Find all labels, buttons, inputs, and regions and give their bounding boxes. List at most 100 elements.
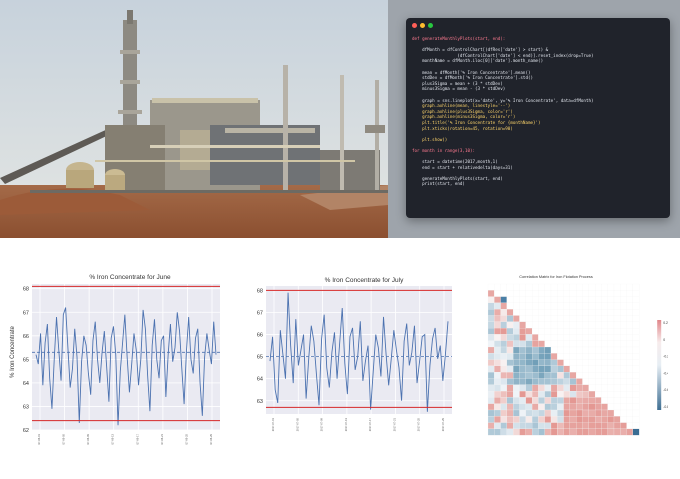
y-tick-label: 67 <box>23 310 29 316</box>
heatmap-cell <box>557 384 564 392</box>
heatmap-cell <box>620 340 627 348</box>
heatmap-cell <box>494 353 501 360</box>
heatmap-cell <box>519 403 526 411</box>
heatmap-cell <box>525 296 533 304</box>
heatmap-cell <box>550 359 558 366</box>
heatmap-cell <box>588 321 596 329</box>
heatmap-cell <box>588 378 596 385</box>
heatmap-cell <box>538 378 545 385</box>
heatmap-cell <box>613 359 621 366</box>
heatmap-cell <box>494 384 501 392</box>
heatmap-cell <box>588 416 596 423</box>
heatmap-cell <box>494 315 501 322</box>
heatmap-cell <box>582 416 589 423</box>
heatmap-cell <box>632 334 640 341</box>
heatmap-cell <box>594 340 602 348</box>
heatmap-cell <box>525 309 533 316</box>
heatmap-cell <box>626 302 634 310</box>
heatmap-cell <box>557 340 564 348</box>
heatmap-cell <box>613 416 621 423</box>
heatmap-cell <box>613 428 621 436</box>
heatmap-cell <box>607 397 615 404</box>
heatmap-cell <box>607 428 615 436</box>
heatmap-cell <box>506 365 514 373</box>
heatmap-cell <box>494 309 501 316</box>
heatmap-cell <box>494 283 501 291</box>
colorbar-tick-label: -0.6 <box>663 388 668 392</box>
code-window: def generateMonthlyPlots(start, end): df… <box>406 18 670 218</box>
heatmap-cell <box>620 384 627 392</box>
heatmap-cell <box>538 315 545 322</box>
heatmap-cell <box>563 409 570 417</box>
heatmap-cell <box>500 409 508 417</box>
heatmap-cell <box>494 290 501 297</box>
heatmap-cell <box>620 390 627 398</box>
heatmap-cell <box>563 327 570 335</box>
heatmap-cell <box>626 353 634 360</box>
heatmap-cell <box>620 353 627 360</box>
heatmap-cell <box>513 315 520 322</box>
heatmap-cell <box>506 315 514 322</box>
heatmap-cell <box>557 428 564 436</box>
heatmap-cell <box>550 290 558 297</box>
heatmap-cell <box>557 315 564 322</box>
heatmap-cell <box>601 302 608 310</box>
y-tick-label: 65 <box>23 357 29 363</box>
heatmap-cell <box>626 309 634 316</box>
heatmap-cell <box>531 365 539 373</box>
heatmap-cell <box>506 327 514 335</box>
heatmap-cell <box>519 422 526 430</box>
heatmap-cell <box>620 416 627 423</box>
heatmap-cell <box>594 365 602 373</box>
heatmap-cell <box>525 397 533 404</box>
colorbar-tick-label: 0 <box>663 338 665 342</box>
heatmap-cell <box>506 416 514 423</box>
heatmap-cell <box>588 372 596 379</box>
heatmap-cell <box>632 365 640 373</box>
heatmap-cell <box>626 416 634 423</box>
heatmap-cell <box>519 327 526 335</box>
x-tick-label: 2017-07-01 <box>271 417 275 431</box>
heatmap-cell <box>506 390 514 398</box>
heatmap-cell <box>544 315 552 322</box>
heatmap-cell <box>632 378 640 385</box>
heatmap-cell <box>525 428 533 436</box>
maximize-dot-icon <box>428 23 433 28</box>
heatmap-cell <box>626 372 634 379</box>
heatmap-cell <box>487 359 495 366</box>
heatmap-cell <box>563 321 570 329</box>
heatmap-cell <box>550 296 558 304</box>
heatmap-cell <box>494 321 501 329</box>
heatmap-cell <box>601 359 608 366</box>
heatmap-cell <box>513 390 520 398</box>
heatmap-cell <box>519 384 526 392</box>
heatmap-cell <box>494 302 501 310</box>
heatmap-cell <box>513 403 520 411</box>
heatmap-cell <box>538 409 545 417</box>
heatmap-cell <box>494 416 501 423</box>
x-tick-label: 2017-06-21 <box>160 433 164 445</box>
heatmap-cell <box>607 334 615 341</box>
heatmap-cell <box>563 346 570 354</box>
y-tick-label: 66 <box>257 333 263 339</box>
heatmap-cell <box>569 315 577 322</box>
heatmap-cell <box>569 372 577 379</box>
heatmap-cell <box>620 403 627 411</box>
heatmap-cell <box>563 309 570 316</box>
heatmap-cell <box>519 397 526 404</box>
heatmap-cell <box>531 397 539 404</box>
heatmap-cell <box>487 390 495 398</box>
heatmap-cell <box>582 321 589 329</box>
heatmap-cell <box>550 390 558 398</box>
heatmap-cell <box>632 290 640 297</box>
heatmap-cell <box>576 283 583 291</box>
heatmap-cell <box>487 302 495 310</box>
heatmap-cell <box>487 353 495 360</box>
heatmap-cell <box>576 409 583 417</box>
heatmap-cell <box>550 340 558 348</box>
heatmap-cell <box>582 390 589 398</box>
colorbar-tick-label: -0.8 <box>663 405 668 409</box>
heatmap-cell <box>544 409 552 417</box>
heatmap-cell <box>531 422 539 430</box>
heatmap-cell <box>487 321 495 329</box>
